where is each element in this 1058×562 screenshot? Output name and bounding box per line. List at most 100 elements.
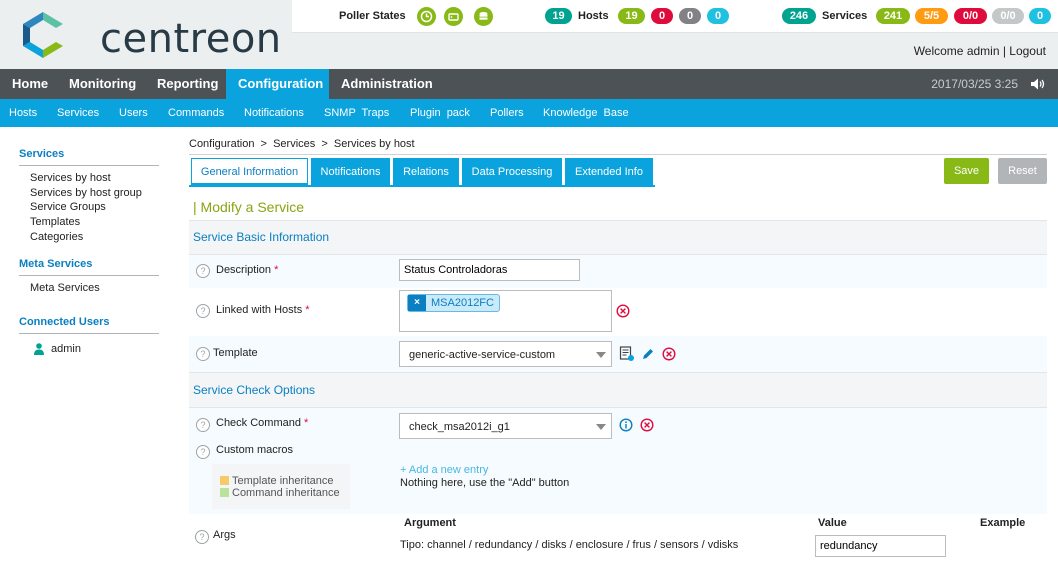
- services-critical-badge[interactable]: 0/0: [954, 8, 987, 24]
- submenu-snmp-traps[interactable]: SNMP Traps: [324, 99, 389, 127]
- remove-chip-icon[interactable]: ×: [408, 295, 426, 311]
- custom-macros-label: Custom macros: [216, 444, 294, 456]
- submenu-commands[interactable]: Commands: [168, 99, 224, 127]
- services-ok-badge[interactable]: 241: [876, 8, 910, 24]
- server-icon: [448, 13, 459, 21]
- sidebar-item-categories[interactable]: Categories: [30, 231, 83, 243]
- sidebar-item-meta-services[interactable]: Meta Services: [30, 282, 100, 294]
- hosts-pending-badge[interactable]: 0: [707, 8, 729, 24]
- services-pending-badge[interactable]: 0: [1029, 8, 1051, 24]
- linked-hosts-label: Linked with Hosts *: [216, 304, 310, 316]
- hosts-unreachable-badge[interactable]: 0: [679, 8, 701, 24]
- tab-data-processing[interactable]: Data Processing: [462, 158, 562, 186]
- section-check-options-label: Service Check Options: [193, 383, 316, 397]
- sidebar-item-service-groups[interactable]: Service Groups: [30, 201, 106, 213]
- sidebar-meta-title[interactable]: Meta Services: [19, 258, 92, 270]
- hosts-up-badge[interactable]: 19: [618, 8, 645, 24]
- menu-administration[interactable]: Administration: [329, 69, 445, 99]
- services-warning-badge[interactable]: 5/5: [915, 8, 948, 24]
- sidebar-connected-title: Connected Users: [19, 316, 110, 328]
- sidebar-divider: [19, 333, 159, 334]
- arg-value-input[interactable]: redundancy: [815, 535, 946, 557]
- submenu-notifications[interactable]: Notifications: [244, 99, 304, 127]
- section-basic-information-label: Service Basic Information: [193, 230, 330, 244]
- help-icon[interactable]: ?: [195, 530, 209, 544]
- row-description: [189, 255, 1047, 288]
- submenu-services[interactable]: Services: [57, 99, 99, 127]
- poller-latency-icon[interactable]: [417, 7, 436, 26]
- args-col-value: Value: [818, 517, 847, 529]
- template-label: Template: [213, 347, 258, 359]
- required-mark: *: [305, 304, 310, 316]
- help-icon[interactable]: ?: [196, 304, 210, 318]
- description-label-text: Description: [216, 264, 272, 276]
- description-label: Description *: [216, 264, 278, 276]
- template-select-value: generic-active-service-custom: [409, 349, 556, 361]
- submenu-users[interactable]: Users: [119, 99, 148, 127]
- edit-pencil-icon[interactable]: [641, 347, 655, 361]
- logo-wordmark: centreon: [100, 16, 282, 62]
- services-label: Services: [822, 10, 868, 22]
- submenu-plugin-pack[interactable]: Plugin pack: [410, 99, 470, 127]
- clear-hosts-icon[interactable]: [616, 304, 630, 318]
- sidebar-item-services-by-host[interactable]: Services by host: [30, 172, 111, 184]
- template-swatch: [220, 476, 229, 485]
- template-select[interactable]: generic-active-service-custom: [399, 341, 612, 367]
- sidebar-item-services-by-host-group[interactable]: Services by host group: [30, 187, 142, 199]
- clear-template-icon[interactable]: [662, 347, 676, 361]
- sidebar-services-title[interactable]: Services: [19, 148, 64, 160]
- row-check-command: [189, 408, 1047, 444]
- template-details-icon[interactable]: [619, 346, 635, 362]
- legend-command-text: Command inheritance: [232, 487, 340, 499]
- help-icon[interactable]: ?: [196, 445, 210, 459]
- tab-notifications[interactable]: Notifications: [311, 158, 390, 186]
- help-icon[interactable]: ?: [196, 347, 210, 361]
- services-unknown-badge[interactable]: 0/0: [992, 8, 1024, 24]
- clear-command-icon[interactable]: [640, 418, 654, 432]
- centreon-logo-icon: [23, 12, 63, 58]
- sidebar-divider: [19, 165, 159, 166]
- hosts-down-badge[interactable]: 0: [651, 8, 673, 24]
- chevron-down-icon: [596, 352, 606, 358]
- poller-database-icon[interactable]: [444, 7, 463, 26]
- info-icon[interactable]: [619, 418, 633, 432]
- connected-user[interactable]: admin: [51, 343, 81, 355]
- database-icon: [479, 12, 488, 20]
- required-mark: *: [304, 417, 309, 429]
- sub-menu: Hosts Services Users Commands Notificati…: [0, 99, 1058, 127]
- check-command-label: Check Command *: [216, 417, 308, 429]
- tab-relations[interactable]: Relations: [393, 158, 459, 186]
- tab-general-information[interactable]: General Information: [191, 158, 308, 186]
- centreon-logo[interactable]: centreon: [18, 10, 281, 62]
- menu-reporting[interactable]: Reporting: [145, 69, 230, 99]
- speaker-icon[interactable]: [1030, 77, 1046, 91]
- services-total-badge[interactable]: 246: [782, 8, 816, 24]
- host-chip[interactable]: × MSA2012FC: [407, 294, 500, 312]
- top-header: centreon Poller States 19 Hosts 19 0 0 0…: [0, 0, 1058, 69]
- breadcrumb[interactable]: Configuration > Services > Services by h…: [189, 138, 415, 150]
- clock-icon: [420, 10, 433, 23]
- legend-template-text: Template inheritance: [232, 475, 334, 487]
- reset-button[interactable]: Reset: [998, 158, 1047, 184]
- menu-configuration[interactable]: Configuration: [226, 69, 329, 99]
- submenu-knowledge-base[interactable]: Knowledge Base: [543, 99, 629, 127]
- help-icon[interactable]: ?: [196, 418, 210, 432]
- check-command-label-text: Check Command: [216, 417, 301, 429]
- hosts-total-badge[interactable]: 19: [545, 8, 572, 24]
- linked-hosts-select[interactable]: × MSA2012FC: [399, 290, 612, 332]
- tabs-underline: [189, 185, 655, 187]
- menu-home[interactable]: Home: [0, 69, 60, 99]
- inheritance-legend: Template inheritance Command inheritance: [212, 464, 350, 509]
- save-button[interactable]: Save: [944, 158, 989, 184]
- poller-status-icon[interactable]: [474, 7, 493, 26]
- submenu-hosts[interactable]: Hosts: [9, 99, 37, 127]
- check-command-select[interactable]: check_msa2012i_g1: [399, 413, 612, 439]
- sidebar-item-templates[interactable]: Templates: [30, 216, 80, 228]
- menu-monitoring[interactable]: Monitoring: [57, 69, 148, 99]
- help-icon[interactable]: ?: [196, 264, 210, 278]
- welcome-logout[interactable]: Welcome admin | Logout: [914, 44, 1046, 58]
- add-new-entry-link[interactable]: + Add a new entry: [400, 464, 488, 476]
- description-input[interactable]: Status Controladoras: [399, 259, 580, 281]
- tab-extended-info[interactable]: Extended Info: [565, 158, 653, 186]
- submenu-pollers[interactable]: Pollers: [490, 99, 524, 127]
